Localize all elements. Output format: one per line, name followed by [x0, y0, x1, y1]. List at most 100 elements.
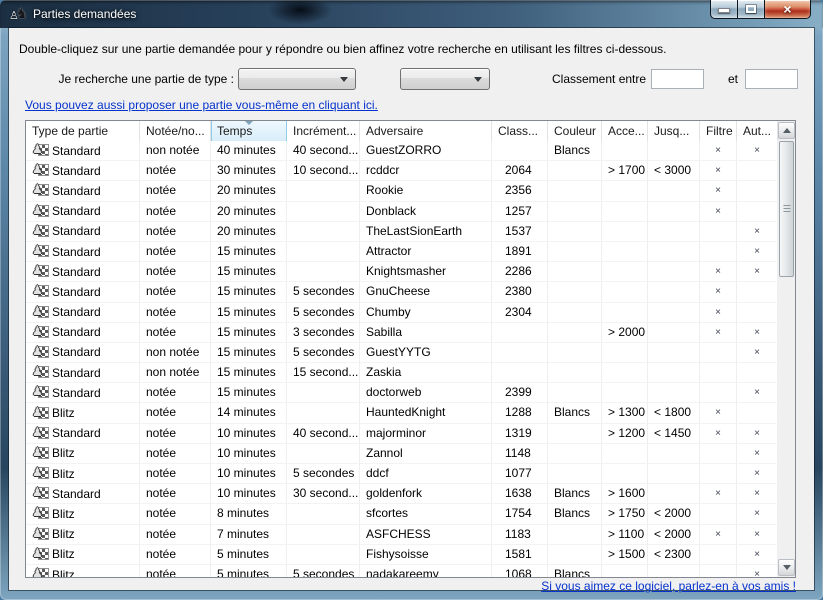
table-row[interactable]: ♟Standardnotée10 minutes40 second...majo… [26, 424, 778, 444]
table-row[interactable]: ♟Standardnotée15 minutes5 secondesGnuChe… [26, 282, 778, 302]
game-piece-icon: ♟ [32, 487, 49, 500]
table-row[interactable]: ♟Blitznotée7 minutesASFCHESS1183> 1100< … [26, 525, 778, 545]
table-row[interactable]: ♟Blitznotée14 minutesHauntedKnight1288Bl… [26, 403, 778, 423]
cell-rated: notée [140, 444, 211, 463]
table-row[interactable]: ♟Standardnotée15 minutesAttractor1891× [26, 242, 778, 262]
cell-opponent: majorminor [360, 424, 492, 443]
window-title: Parties demandées [33, 7, 136, 21]
cell-time: 30 minutes [211, 161, 287, 180]
rating-max-input[interactable] [745, 69, 798, 89]
table-row[interactable]: ♟Blitznotée5 minutes5 secondesnadakareem… [26, 565, 778, 577]
cell-color: Blancs [548, 565, 602, 577]
cell-rated: notée [140, 424, 211, 443]
column-header-rating[interactable]: Class... [492, 121, 548, 141]
table-row[interactable]: ♟Standardnon notée15 minutes5 secondesGu… [26, 343, 778, 363]
cell-accept_to [648, 141, 700, 160]
table-row[interactable]: ♟Standardnotée15 minutesKnightsmasher228… [26, 262, 778, 282]
cell-accept_from [602, 565, 648, 577]
caption-buttons: × [711, 0, 811, 19]
column-header-time[interactable]: Temps [211, 121, 287, 141]
cell-accept_from [602, 141, 648, 160]
cell-type: ♟Standard [26, 262, 140, 281]
cell-filter [700, 444, 737, 463]
cell-color: Blancs [548, 484, 602, 503]
cell-opponent: Sabilla [360, 323, 492, 342]
vertical-scrollbar[interactable] [778, 121, 795, 577]
table-row[interactable]: ♟Blitznotée8 minutessfcortes1754Blancs> … [26, 504, 778, 524]
table-row[interactable]: ♟Standardnon notée15 minutes15 second...… [26, 363, 778, 383]
cell-increment: 3 secondes [287, 323, 360, 342]
scroll-down-button[interactable] [778, 559, 795, 576]
column-header-accept_from[interactable]: Acce... [602, 121, 648, 141]
table-row[interactable]: ♟Standardnotée20 minutesTheLastSionEarth… [26, 222, 778, 242]
table-row[interactable]: ♟Standardnotée15 minutesdoctorweb2399× [26, 383, 778, 403]
table-row[interactable]: ♟Standardnotée20 minutesRookie2356× [26, 181, 778, 201]
scroll-up-button[interactable] [778, 122, 795, 139]
column-header-auto[interactable]: Aut... [737, 121, 778, 141]
pawn-icon: ♟ [32, 384, 43, 398]
cell-rating: 1581 [492, 545, 548, 564]
table-row[interactable]: ♟Blitznotée5 minutesFishysoisse1581> 150… [26, 545, 778, 565]
game-piece-icon: ♟ [32, 386, 49, 399]
column-header-label: Couleur [554, 124, 596, 138]
cell-rated: notée [140, 383, 211, 402]
propose-game-link[interactable]: Vous pouvez aussi proposer une partie vo… [25, 98, 378, 112]
cell-increment [287, 222, 360, 241]
pawn-icon: ♟ [32, 263, 43, 277]
game-piece-icon: ♟ [32, 528, 49, 541]
cell-increment [287, 504, 360, 523]
cell-opponent: GuestYYTG [360, 343, 492, 362]
scrollbar-thumb[interactable] [779, 141, 794, 277]
cell-type: ♟Blitz [26, 464, 140, 483]
close-button[interactable]: × [764, 0, 811, 19]
table-row[interactable]: ♟Standardnotée15 minutes5 secondesChumby… [26, 303, 778, 323]
table-row[interactable]: ♟Standardnotée20 minutesDonblack1257× [26, 202, 778, 222]
cell-rating [492, 343, 548, 362]
table-row[interactable]: ♟Standardnotée15 minutes3 secondesSabill… [26, 323, 778, 343]
cell-time: 14 minutes [211, 403, 287, 422]
table-row[interactable]: ♟Standardnotée10 minutes30 second...gold… [26, 484, 778, 504]
game-subtype-select[interactable] [400, 68, 490, 90]
minimize-icon [718, 8, 730, 13]
intro-text: Double-cliquez sur une partie demandée p… [19, 42, 666, 56]
minimize-button[interactable] [710, 0, 738, 19]
cell-accept_from [602, 444, 648, 463]
table-row[interactable]: ♟Blitznotée10 minutes5 secondesddcf1077× [26, 464, 778, 484]
maximize-button[interactable] [737, 0, 765, 19]
cell-accept_to [648, 484, 700, 503]
column-header-increment[interactable]: Incrément... [287, 121, 360, 141]
cell-increment [287, 383, 360, 402]
cell-time: 8 minutes [211, 504, 287, 523]
column-header-opponent[interactable]: Adversaire [360, 121, 492, 141]
game-type-select[interactable] [238, 68, 356, 90]
share-link[interactable]: Si vous aimez ce logiciel, parlez-en à v… [541, 579, 796, 593]
table-row[interactable]: ♟Blitznotée10 minutesZannol1148× [26, 444, 778, 464]
cell-accept_from [602, 303, 648, 322]
rating-min-input[interactable] [651, 69, 704, 89]
titlebar[interactable]: ♙ ♞ Parties demandées × [0, 0, 823, 28]
column-header-accept_to[interactable]: Jusq... [648, 121, 700, 141]
table-row[interactable]: ♟Standardnotée30 minutes10 second...rcdd… [26, 161, 778, 181]
cell-type: ♟Standard [26, 161, 140, 180]
games-table: Type de partieNotée/no...TempsIncrément.… [25, 120, 796, 578]
cell-increment: 5 secondes [287, 464, 360, 483]
cell-time: 5 minutes [211, 565, 287, 577]
column-header-rated[interactable]: Notée/no... [140, 121, 211, 141]
column-header-type[interactable]: Type de partie [26, 121, 140, 141]
pawn-icon: ♟ [32, 465, 43, 479]
cell-opponent: goldenfork [360, 484, 492, 503]
cell-auto: × [737, 444, 778, 463]
cell-opponent: Attractor [360, 242, 492, 261]
table-row[interactable]: ♟Standardnon notée40 minutes40 second...… [26, 141, 778, 161]
cell-type: ♟Blitz [26, 525, 140, 544]
cell-time: 10 minutes [211, 484, 287, 503]
cell-rating: 1183 [492, 525, 548, 544]
cell-rating: 1148 [492, 444, 548, 463]
cell-filter: × [700, 403, 737, 422]
column-header-color[interactable]: Couleur [548, 121, 602, 141]
column-header-filter[interactable]: Filtre [700, 121, 737, 141]
cell-auto: × [737, 323, 778, 342]
cell-accept_from [602, 181, 648, 200]
dialog-body: Double-cliquez sur une partie demandée p… [9, 28, 814, 590]
game-piece-icon: ♟ [32, 144, 49, 157]
